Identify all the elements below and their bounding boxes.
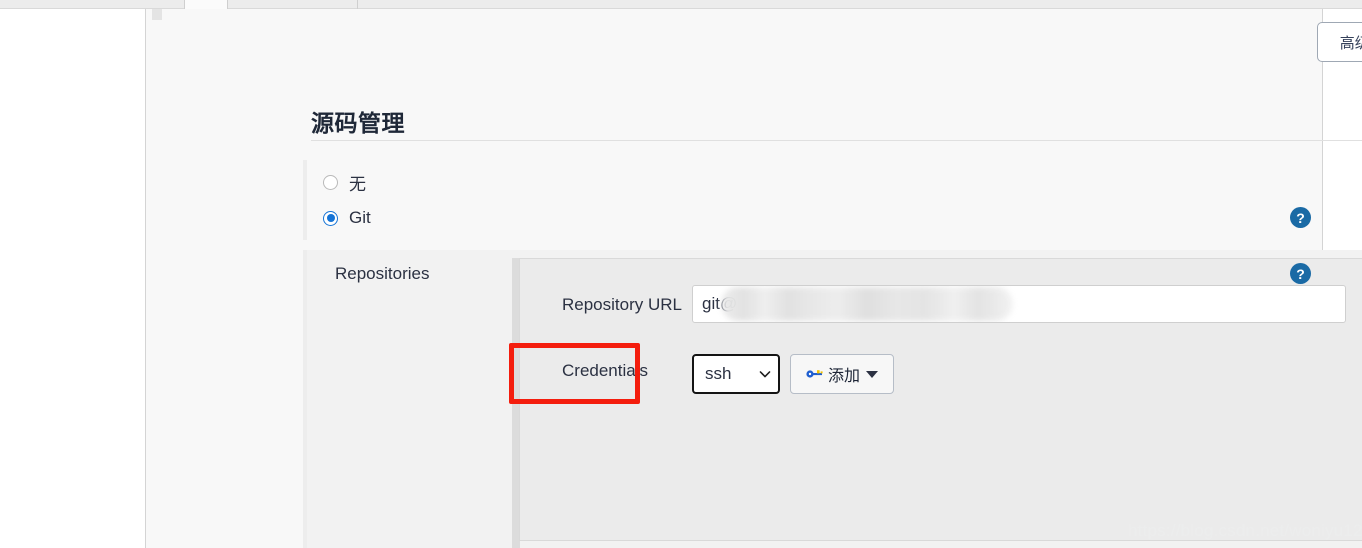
- scm-radio-git-label: Git: [349, 208, 371, 227]
- scm-radio-none-label: 无: [349, 175, 366, 194]
- key-icon: [806, 370, 823, 378]
- scm-options-block: 无 Git: [303, 160, 1362, 240]
- caret-down-icon: [866, 370, 878, 378]
- watermark: https://blog.csdn.net/woniyu123: [1128, 521, 1362, 540]
- credentials-selected-value: ssh: [705, 364, 732, 383]
- scm-radio-git[interactable]: Git: [323, 208, 371, 228]
- tab-separator-2: [227, 0, 228, 9]
- credentials-label: Credentials: [562, 361, 648, 380]
- tab-separator-1: [184, 0, 185, 9]
- radio-icon-checked: [323, 210, 338, 226]
- repository-panel: Repository URL git@ Credentials ssh 添加: [519, 258, 1362, 541]
- tab-nub: [152, 9, 162, 20]
- add-credentials-label: 添加: [827, 368, 860, 385]
- repositories-label: Repositories: [335, 264, 430, 283]
- add-credentials-button[interactable]: 添加: [790, 354, 894, 394]
- browser-tab-strip[interactable]: [0, 0, 1362, 9]
- page-title: 源码管理: [311, 110, 405, 136]
- help-icon-scm[interactable]: ?: [1290, 207, 1311, 228]
- tab-active[interactable]: [185, 0, 227, 9]
- repository-url-label: Repository URL: [562, 295, 682, 314]
- repository-url-input[interactable]: git@: [692, 285, 1346, 323]
- advanced-button-top[interactable]: 高级...: [1317, 22, 1362, 62]
- heading-divider: [311, 140, 1362, 141]
- chevron-down-icon: [759, 371, 771, 378]
- redaction-blur: [721, 287, 1013, 321]
- credentials-select[interactable]: ssh: [692, 354, 780, 394]
- radio-icon-unchecked: [323, 175, 338, 190]
- scm-radio-none[interactable]: 无: [323, 170, 366, 195]
- page-content-column: 高级... 源码管理 无 Git Repositories Repository…: [145, 0, 1362, 548]
- screenshot-root: 高级... 源码管理 无 Git Repositories Repository…: [0, 0, 1362, 548]
- tab-separator-3: [357, 0, 358, 9]
- help-icon-repositories[interactable]: ?: [1290, 263, 1311, 284]
